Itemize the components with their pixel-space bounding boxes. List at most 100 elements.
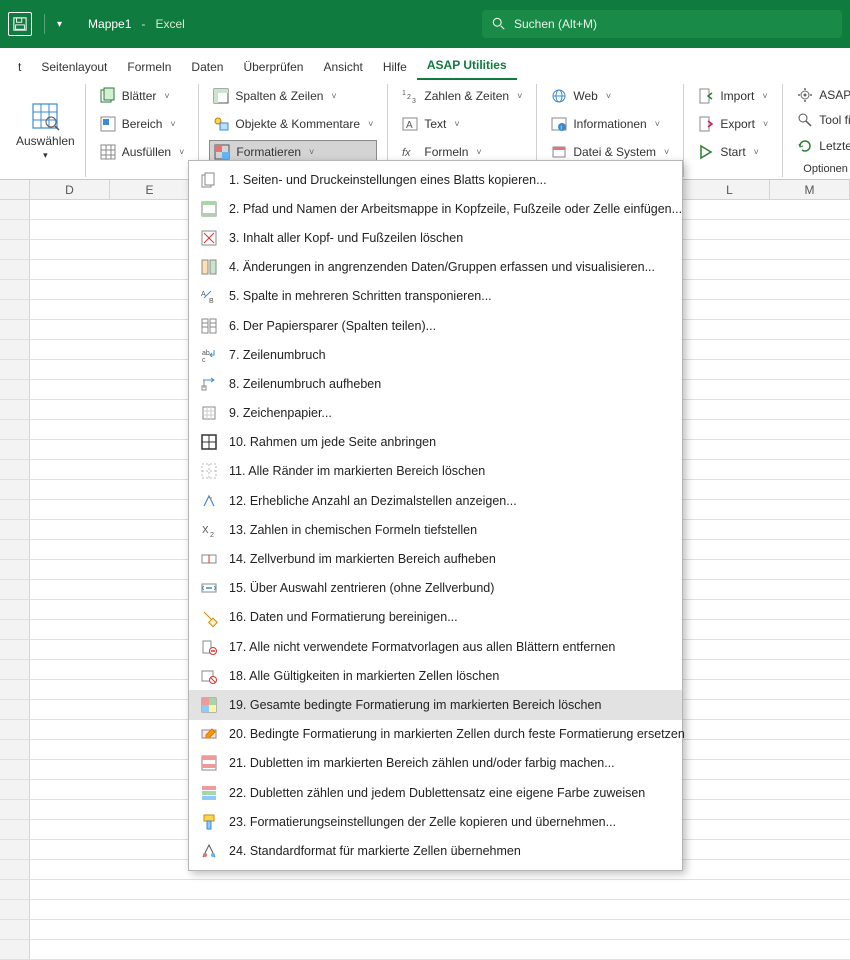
tab-start[interactable]: t	[8, 54, 31, 80]
detect-groups-icon	[201, 259, 217, 275]
tab-asap-utilities[interactable]: ASAP Utilities	[417, 52, 517, 80]
menu-item-page-borders[interactable]: 10. Rahmen um jede Seite anbringen	[189, 428, 682, 457]
row-header[interactable]	[0, 260, 30, 279]
row-header[interactable]	[0, 680, 30, 699]
import-button[interactable]: Import˅	[694, 84, 772, 108]
menu-item-remove-unused-styles[interactable]: 17. Alle nicht verwendete Formatvorlagen…	[189, 632, 682, 661]
col-header[interactable]: L	[690, 180, 770, 199]
row-header[interactable]	[0, 580, 30, 599]
menu-item-decimal-places[interactable]: 12. Erhebliche Anzahl an Dezimalstellen …	[189, 486, 682, 515]
qat-customize-icon[interactable]: ▾	[57, 19, 62, 30]
menu-item-paper-saver[interactable]: 6. Der Papiersparer (Spalten teilen)...	[189, 311, 682, 340]
menu-item-unwrap-text[interactable]: 8. Zeilenumbruch aufheben	[189, 369, 682, 398]
tab-page-layout[interactable]: Seitenlayout	[31, 54, 117, 80]
row-header[interactable]	[0, 700, 30, 719]
menu-item-copy-print-settings[interactable]: 1. Seiten- und Druckeinstellungen eines …	[189, 165, 682, 194]
menu-item-clear-validation[interactable]: 18. Alle Gültigkeiten in markierten Zell…	[189, 661, 682, 690]
row-header[interactable]	[0, 520, 30, 539]
menu-item-apply-default-format[interactable]: 24. Standardformat für markierte Zellen …	[189, 836, 682, 865]
sheets-button[interactable]: Blätter˅	[96, 84, 189, 108]
row-header[interactable]	[0, 540, 30, 559]
cols-rows-button[interactable]: Spalten & Zeilen˅	[209, 84, 377, 108]
export-button[interactable]: Export˅	[694, 112, 772, 136]
row-header[interactable]	[0, 500, 30, 519]
search-box[interactable]: Suchen (Alt+M)	[482, 10, 842, 38]
numbers-dates-button[interactable]: 123Zahlen & Zeiten˅	[398, 84, 526, 108]
asap-options-button[interactable]: ASAP Utilities O	[793, 84, 850, 106]
text-button[interactable]: AText˅	[398, 112, 526, 136]
fill-button[interactable]: Ausfüllen˅	[96, 140, 189, 164]
row-header[interactable]	[0, 460, 30, 479]
row-header[interactable]	[0, 840, 30, 859]
col-header[interactable]: E	[110, 180, 190, 199]
row-header[interactable]	[0, 380, 30, 399]
row-header[interactable]	[0, 860, 30, 879]
row-header[interactable]	[0, 920, 30, 939]
menu-item-transpose-column[interactable]: AB5. Spalte in mehreren Schritten transp…	[189, 282, 682, 311]
row-header[interactable]	[0, 620, 30, 639]
menu-item-detect-changes[interactable]: 4. Änderungen in angrenzenden Daten/Grup…	[189, 253, 682, 282]
web-button[interactable]: Web˅	[547, 84, 673, 108]
menu-item-subscript-chemical[interactable]: X213. Zahlen in chemischen Formeln tiefs…	[189, 515, 682, 544]
tab-formulas[interactable]: Formeln	[117, 54, 181, 80]
row-header[interactable]	[0, 240, 30, 259]
row-header[interactable]	[0, 480, 30, 499]
row-header[interactable]	[0, 780, 30, 799]
menu-item-count-color-duplicates[interactable]: 21. Dubletten im markierten Bereich zähl…	[189, 749, 682, 778]
menu-item-insert-path-name[interactable]: 2. Pfad und Namen der Arbeitsmappe in Ko…	[189, 194, 682, 223]
row-header[interactable]	[0, 880, 30, 899]
fill-icon	[100, 144, 116, 160]
menu-item-unmerge-cells[interactable]: 14. Zellverbund im markierten Bereich au…	[189, 544, 682, 573]
row-header[interactable]	[0, 340, 30, 359]
menu-item-wrap-text[interactable]: abc7. Zeilenumbruch	[189, 340, 682, 369]
last-tool-button[interactable]: Letztes Tool ern	[793, 135, 850, 157]
menu-item-center-across[interactable]: 15. Über Auswahl zentrieren (ohne Zellve…	[189, 574, 682, 603]
menu-item-replace-conditional-fixed[interactable]: 20. Bedingte Formatierung in markierten …	[189, 720, 682, 749]
row-header[interactable]	[0, 400, 30, 419]
row-header[interactable]	[0, 940, 30, 959]
row-header[interactable]	[0, 560, 30, 579]
start-button[interactable]: Start˅	[694, 140, 772, 164]
row-header[interactable]	[0, 640, 30, 659]
row-header[interactable]	[0, 280, 30, 299]
row-header[interactable]	[0, 360, 30, 379]
menu-item-clear-headers[interactable]: 3. Inhalt aller Kopf- und Fußzeilen lösc…	[189, 223, 682, 252]
row-header[interactable]	[0, 740, 30, 759]
tab-review[interactable]: Überprüfen	[233, 54, 313, 80]
row-header[interactable]	[0, 760, 30, 779]
menu-item-color-duplicate-sets[interactable]: 22. Dubletten zählen und jedem Dubletten…	[189, 778, 682, 807]
row-header[interactable]	[0, 300, 30, 319]
row-header[interactable]	[0, 820, 30, 839]
menu-item-clear-borders[interactable]: 11. Alle Ränder im markierten Bereich lö…	[189, 457, 682, 486]
row-header[interactable]	[0, 600, 30, 619]
row-header[interactable]	[0, 440, 30, 459]
information-button[interactable]: iInformationen˅	[547, 112, 673, 136]
row-header[interactable]	[0, 660, 30, 679]
row-header[interactable]	[0, 900, 30, 919]
save-icon[interactable]	[8, 12, 32, 36]
menu-item-clean-data[interactable]: 16. Daten und Formatierung bereinigen...	[189, 603, 682, 632]
col-header[interactable]: D	[30, 180, 110, 199]
menu-item-drawing-paper[interactable]: 9. Zeichenpapier...	[189, 399, 682, 428]
objects-comments-button[interactable]: Objekte & Kommentare˅	[209, 112, 377, 136]
row-header[interactable]	[0, 220, 30, 239]
row-header[interactable]	[0, 320, 30, 339]
col-header[interactable]: M	[770, 180, 850, 199]
menu-label: 22. Dubletten zählen und jedem Dubletten…	[229, 786, 645, 800]
options-label-row[interactable]: Optionen und Ein	[793, 161, 850, 177]
find-tool-button[interactable]: Tool finden und	[793, 110, 850, 132]
separator	[44, 14, 45, 34]
select-button[interactable]: Auswählen ▾	[16, 100, 75, 161]
row-header[interactable]	[0, 720, 30, 739]
tab-data[interactable]: Daten	[181, 54, 233, 80]
range-button[interactable]: Bereich˅	[96, 112, 189, 136]
row-header[interactable]	[0, 800, 30, 819]
format-label: Formatieren	[236, 145, 301, 159]
row-header[interactable]	[0, 420, 30, 439]
row-header[interactable]	[0, 200, 30, 219]
select-all-corner[interactable]	[0, 180, 30, 199]
menu-item-clear-conditional-formatting[interactable]: 19. Gesamte bedingte Formatierung im mar…	[189, 690, 682, 719]
tab-view[interactable]: Ansicht	[313, 54, 372, 80]
menu-item-copy-cell-format[interactable]: 23. Formatierungseinstellungen der Zelle…	[189, 807, 682, 836]
tab-help[interactable]: Hilfe	[373, 54, 417, 80]
